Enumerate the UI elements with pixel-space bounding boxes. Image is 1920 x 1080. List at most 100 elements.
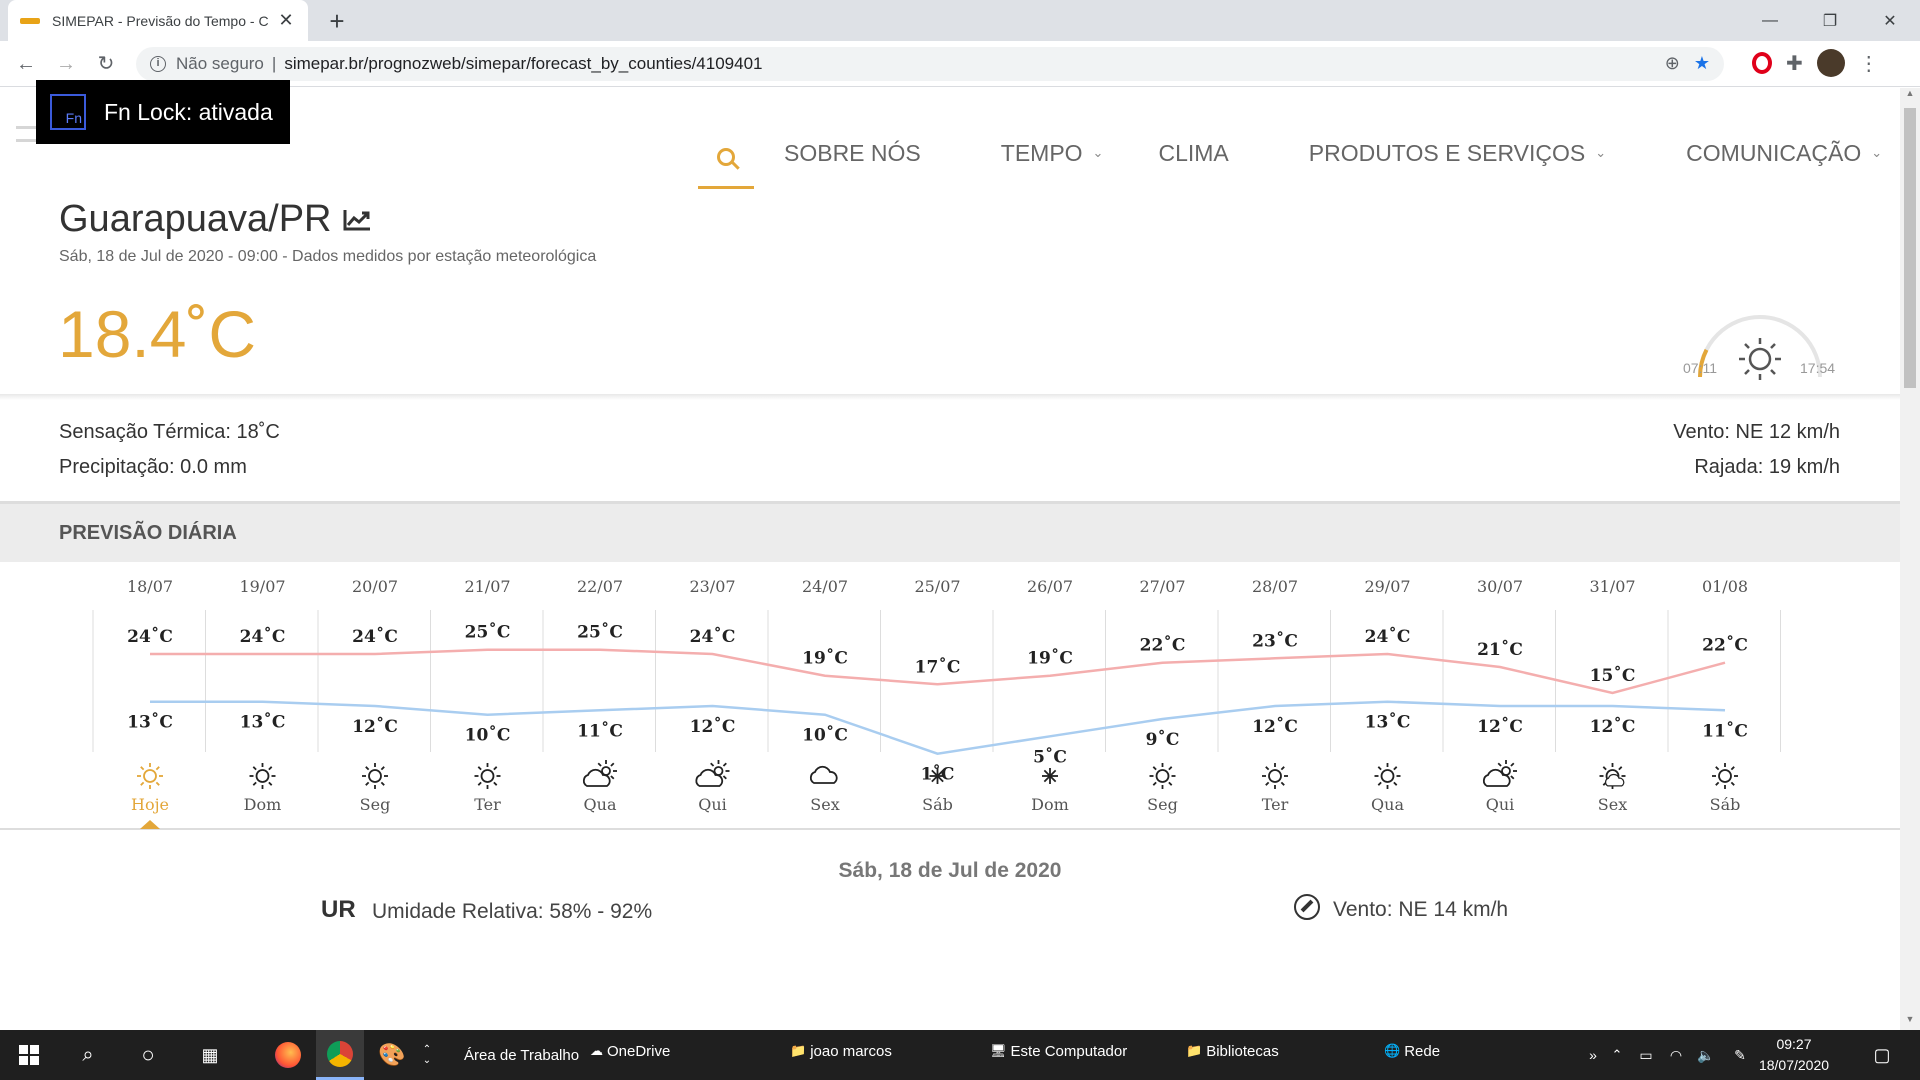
task-view-icon[interactable]: ▦ [186, 1030, 234, 1080]
toolbar-link-bibliotecas[interactable]: 📁 Bibliotecas [1186, 1026, 1279, 1076]
frost-icon[interactable] [929, 768, 946, 784]
cortana-icon[interactable]: ○ [124, 1030, 172, 1080]
forward-arrow-icon[interactable]: → [52, 50, 80, 78]
show-more-icon[interactable]: » [1582, 1030, 1604, 1080]
page-scrollbar[interactable]: ▲ ▼ [1900, 88, 1920, 1030]
nav-item-comunicação[interactable]: COMUNICAÇÃO ⌄ [1686, 140, 1882, 167]
scroll-up-icon[interactable]: ▲ [1900, 88, 1920, 104]
partly-sunny-icon[interactable] [1599, 763, 1626, 789]
toolbar-link-onedrive[interactable]: ☁ OneDrive [590, 1026, 670, 1076]
weekday-label[interactable]: Qua [584, 795, 617, 814]
desktop-toolbar-label[interactable]: Área de Trabalho [464, 1030, 579, 1080]
sun-icon[interactable] [362, 763, 388, 789]
weekday-label[interactable]: Qui [698, 795, 727, 814]
nav-item-label: SOBRE NÓS [784, 139, 921, 166]
toolbar-link-este-computador[interactable]: 🖥 Este Computador [990, 1026, 1127, 1076]
date-label: 22/07 [577, 577, 623, 596]
nav-item-label: PRODUTOS E SERVIÇOS [1308, 139, 1586, 166]
address-bar[interactable]: i Não seguro | simepar.br/prognozweb/sim… [136, 47, 1724, 81]
battery-icon[interactable]: ▭ [1634, 1030, 1658, 1080]
humidity-ur-label: UR [321, 896, 356, 923]
weekday-label[interactable]: Seg [360, 795, 391, 814]
reload-icon[interactable]: ↻ [92, 50, 120, 78]
cloud-icon[interactable] [809, 765, 838, 784]
tray-chevron-icon[interactable]: ⌃ [1606, 1030, 1628, 1080]
nav-item-sobre-nós[interactable]: SOBRE NÓS [784, 140, 921, 167]
weekday-label[interactable]: Sáb [922, 795, 953, 814]
weekday-label[interactable]: Sex [810, 795, 839, 814]
max-temp-label: 24˚C [690, 626, 736, 647]
chrome-icon[interactable] [316, 1030, 364, 1080]
wifi-icon[interactable]: ◠ [1664, 1030, 1688, 1080]
clock-time: 09:27 [1776, 1036, 1812, 1052]
toolbar-link-joao-marcos[interactable]: 📁 joao marcos [790, 1026, 892, 1076]
close-tab-icon[interactable]: ✕ [276, 10, 296, 31]
clock-date: 18/07/2020 [1758, 1057, 1830, 1073]
min-temp-label: 12˚C [690, 716, 736, 737]
back-arrow-icon[interactable]: ← [12, 50, 40, 78]
weekday-label[interactable]: Ter [1262, 795, 1289, 814]
scroll-down-icon[interactable]: ▼ [1900, 1014, 1920, 1030]
toolbar-link-rede[interactable]: 🌐 Rede [1384, 1026, 1440, 1076]
sun-icon[interactable] [1374, 763, 1401, 789]
max-temp-label: 15˚C [1590, 665, 1636, 686]
opera-extension-icon[interactable] [1752, 52, 1772, 74]
nav-item-label: CLIMA [1158, 139, 1229, 166]
browser-menu-icon[interactable]: ⋮ [1859, 51, 1879, 76]
search-nav-button[interactable] [698, 127, 754, 189]
min-temp-label: 11˚C [577, 720, 623, 741]
sun-icon[interactable] [474, 763, 501, 789]
weekday-label[interactable]: Sex [1598, 795, 1627, 814]
max-temp-label: 24˚C [1365, 626, 1411, 647]
partly-cloudy-icon[interactable] [582, 760, 617, 787]
scroll-thumb[interactable] [1904, 108, 1916, 388]
volume-icon[interactable]: 🔈 [1694, 1030, 1718, 1080]
weekday-label[interactable]: Hoje [131, 795, 169, 814]
weekday-label[interactable]: Dom [1031, 795, 1069, 814]
maximize-icon[interactable]: ❐ [1800, 0, 1860, 41]
trend-chart-icon[interactable] [342, 207, 372, 233]
partly-cloudy-icon[interactable] [1482, 760, 1517, 787]
browser-tab[interactable]: SIMEPAR - Previsão do Tempo - C ✕ [8, 0, 308, 41]
bookmark-star-icon[interactable]: ★ [1694, 53, 1710, 74]
info-icon[interactable]: i [150, 56, 166, 72]
selected-date-heading: Sáb, 18 de Jul de 2020 [838, 859, 1062, 882]
search-taskbar-icon[interactable]: ⌕ [64, 1030, 112, 1080]
partly-cloudy-icon[interactable] [695, 760, 730, 787]
sun-icon[interactable] [249, 763, 276, 789]
paint-icon[interactable]: 🎨 [368, 1030, 416, 1080]
minimize-icon[interactable]: — [1740, 0, 1800, 41]
new-tab-icon[interactable]: + [322, 6, 352, 37]
nav-item-tempo[interactable]: TEMPO ⌄ [1001, 140, 1104, 167]
daily-forecast-chart: 18/07 24˚C 13˚C Hoje 19/07 24˚C 13˚C Dom 20/07 24… [92, 577, 1781, 814]
min-temp-label: 13˚C [127, 712, 173, 733]
weekday-label[interactable]: Sáb [1710, 795, 1741, 814]
toolbar-link-label: Bibliotecas [1206, 1042, 1279, 1060]
max-temp-label: 22˚C [1140, 635, 1186, 656]
profile-avatar[interactable] [1816, 49, 1845, 77]
max-temp-label: 25˚C [465, 622, 511, 643]
weekday-label[interactable]: Ter [474, 795, 501, 814]
toolbar-scroll-icon[interactable]: ⌃ ⌄ [420, 1030, 434, 1080]
fn-lock-text: Fn Lock: ativada [104, 98, 273, 125]
notifications-icon[interactable]: ▢ [1862, 1030, 1902, 1080]
weekday-label[interactable]: Dom [244, 795, 282, 814]
zoom-icon[interactable]: ⊕ [1665, 53, 1680, 74]
close-window-icon[interactable]: ✕ [1860, 0, 1920, 41]
sun-icon[interactable] [1262, 763, 1288, 789]
system-clock[interactable]: 09:27 18/07/2020 [1744, 1034, 1844, 1076]
nav-item-produtos-e-serviços[interactable]: PRODUTOS E SERVIÇOS ⌄ [1309, 140, 1606, 167]
firefox-icon[interactable] [264, 1030, 312, 1080]
nav-item-clima[interactable]: CLIMA [1158, 140, 1228, 167]
start-button[interactable] [0, 1030, 58, 1080]
max-temp-label: 24˚C [240, 626, 286, 647]
extensions-puzzle-icon[interactable]: ✚ [1786, 51, 1803, 76]
weekday-label[interactable]: Qua [1371, 795, 1404, 814]
weekday-label[interactable]: Qui [1486, 795, 1515, 814]
sun-icon[interactable] [137, 763, 163, 789]
main-nav: SOBRE NÓS TEMPO ⌄ CLIMA PRODUTOS E SERVIÇOS ⌄… [698, 128, 1882, 189]
frost-icon[interactable] [1042, 768, 1058, 784]
weekday-label[interactable]: Seg [1147, 795, 1178, 814]
sun-icon[interactable] [1149, 763, 1176, 789]
sun-icon[interactable] [1712, 763, 1738, 789]
